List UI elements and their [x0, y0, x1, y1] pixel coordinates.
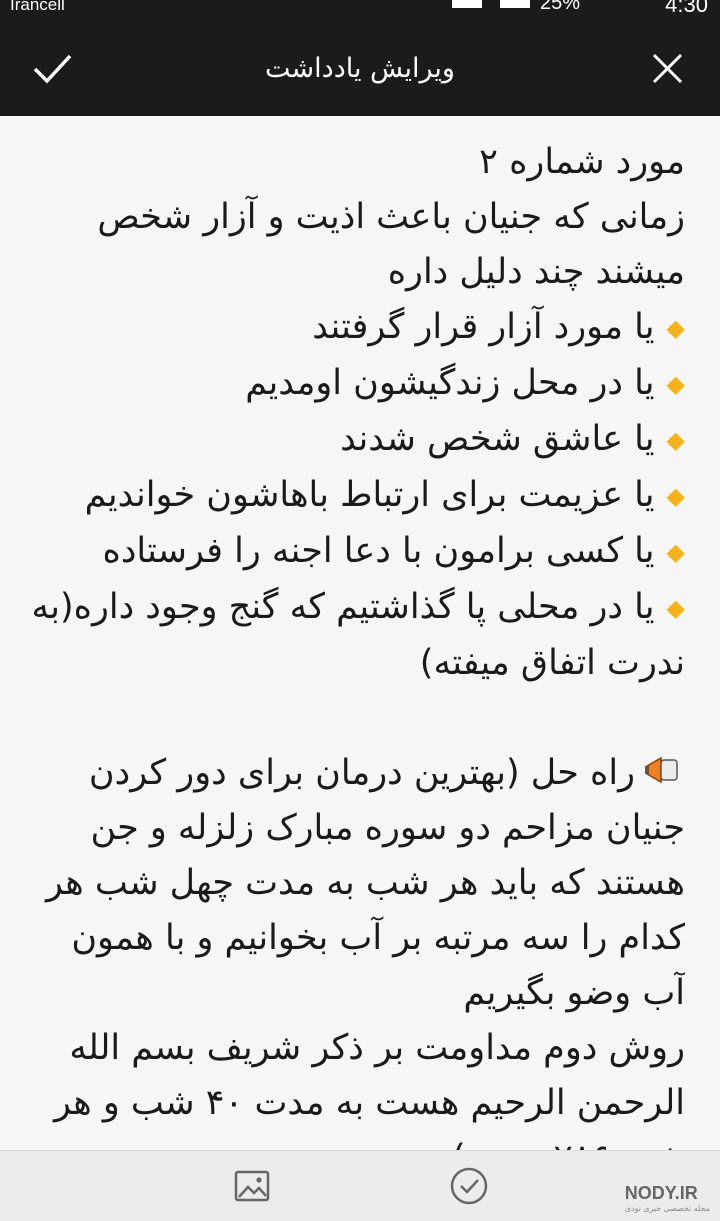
watermark-brand: NODY.IR [624, 1183, 698, 1203]
status-time: 4:30 [665, 0, 708, 17]
watermark: NODY.IR مجله تخصصی خبری نودی [625, 1183, 710, 1213]
confirm-button[interactable] [22, 44, 82, 94]
toolbar: ویرایش یادداشت [0, 22, 720, 116]
list-item: ◆یا عاشق شخص شدند [340, 419, 685, 459]
diamond-bullet-icon: ◆ [666, 538, 685, 566]
note-editor[interactable]: مورد شماره ۲ زمانی که جنیان باعث اذیت و … [30, 135, 685, 1150]
signal-icon-2 [500, 0, 530, 8]
close-icon [652, 53, 683, 84]
list-item: ◆یا کسی برامون با دعا اجنه را فرستاده [102, 531, 686, 571]
list-item: ◆یا عزیمت برای ارتباط باهاشون خواندیم [84, 475, 685, 515]
diamond-bullet-icon: ◆ [666, 314, 685, 342]
insert-image-button[interactable] [232, 1166, 272, 1206]
bottom-toolbar [0, 1150, 720, 1221]
battery-level: 25% [540, 0, 581, 14]
page-title: ویرایش یادداشت [265, 53, 455, 84]
check-icon [33, 54, 72, 84]
close-button[interactable] [636, 44, 698, 94]
check-circle-icon [450, 1167, 488, 1205]
watermark-tagline: مجله تخصصی خبری نودی [624, 1204, 710, 1213]
carrier-name: Irancell [10, 0, 65, 14]
note-heading: مورد شماره ۲ [479, 142, 685, 182]
list-item: ◆یا در محلی پا گذاشتیم که گنج وجود داره(… [31, 587, 685, 683]
diamond-bullet-icon: ◆ [666, 370, 685, 398]
diamond-bullet-icon: ◆ [666, 426, 685, 454]
method-two-paragraph: روش دوم مداومت بر ذکر شریف بسم الله الرح… [53, 1028, 685, 1150]
note-intro: زمانی که جنیان باعث اذیت و آزار شخص میشن… [97, 197, 685, 292]
megaphone-icon [643, 750, 685, 786]
diamond-bullet-icon: ◆ [666, 594, 685, 622]
solution-paragraph: راه حل (بهترین درمان برای دور کردن جنیان… [30, 746, 685, 1021]
list-item: ◆یا در محل زندگیشون اومدیم [245, 363, 685, 403]
done-button[interactable] [448, 1165, 490, 1207]
image-icon [234, 1170, 270, 1202]
diamond-bullet-icon: ◆ [666, 482, 685, 510]
signal-icon [452, 0, 482, 8]
status-bar: Irancell 25% 4:30 [0, 0, 720, 22]
list-item: ◆یا مورد آزار قرار گرفتند [312, 307, 685, 347]
